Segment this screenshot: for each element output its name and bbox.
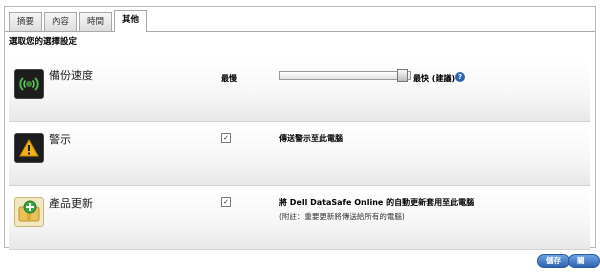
alerts-title: 警示 [49, 133, 71, 146]
tab-time[interactable]: 時間 [79, 12, 113, 32]
product-updates-row: 產品更新 ✓ 將 Dell DataSafe Online 的自動更新套用至此電… [9, 189, 590, 250]
update-package-icon [14, 197, 44, 227]
save-button[interactable]: 儲存 [537, 254, 570, 268]
speed-max-label: 最快 (建議) [413, 74, 456, 83]
backup-speed-slider[interactable] [279, 71, 411, 80]
product-updates-checkbox[interactable]: ✓ [221, 197, 231, 207]
question-icon[interactable]: ? [455, 72, 465, 82]
tab-underline [5, 31, 595, 32]
section-heading: 選取您的選擇設定 [9, 37, 78, 47]
tab-other[interactable]: 其他 [114, 10, 148, 32]
product-updates-note: (附註：重要更新將傳送給所有的電腦) [279, 212, 405, 221]
alerts-checkbox[interactable]: ✓ [221, 133, 231, 143]
backup-speed-slider-thumb[interactable] [397, 69, 408, 82]
settings-panel: 摘要 內容 時間 其他 選取您的選擇設定 備份速度 最慢 最快 (建議) ? 警… [4, 6, 596, 250]
tab-summary[interactable]: 摘要 [9, 12, 43, 32]
product-updates-title: 產品更新 [49, 197, 93, 210]
alerts-checkbox-label: 傳送警示至此電腦 [279, 134, 343, 143]
tab-bar: 摘要 內容 時間 其他 [9, 10, 149, 32]
speed-min-label: 最慢 [221, 74, 237, 83]
backup-speed-title: 備份速度 [49, 69, 93, 82]
product-updates-checkbox-label: 將 Dell DataSafe Online 的自動更新套用至此電腦 [279, 198, 475, 207]
wireless-signal-icon [14, 69, 44, 99]
alerts-row: 警示 ✓ 傳送警示至此電腦 [9, 125, 590, 186]
close-button[interactable]: 關閉 [568, 254, 600, 277]
tab-content[interactable]: 內容 [44, 12, 78, 32]
warning-icon [14, 133, 44, 163]
backup-speed-row: 備份速度 最慢 最快 (建議) ? [9, 61, 590, 122]
